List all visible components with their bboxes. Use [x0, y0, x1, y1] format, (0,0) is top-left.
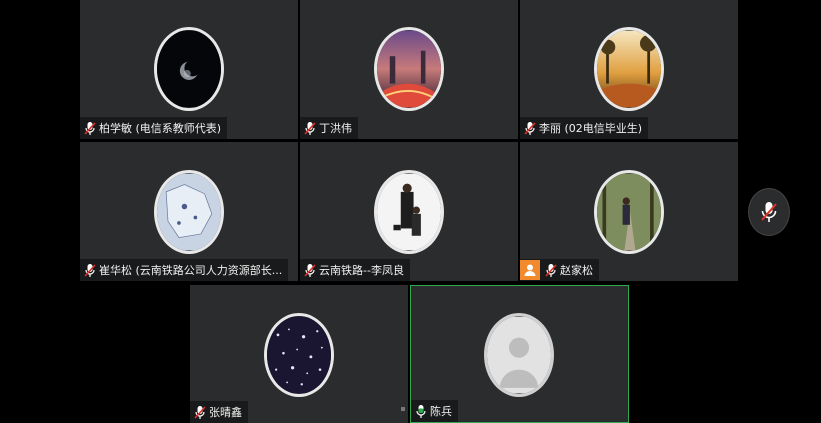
video-tile-8-active-speaker[interactable]: 陈兵 [410, 285, 629, 423]
mic-muted-icon [524, 121, 536, 136]
participant-name: 云南铁路--李凤良 [319, 264, 404, 277]
mic-muted-icon [84, 121, 96, 136]
participant-name: 柏学敏 (电信系教师代表) [99, 122, 222, 135]
video-tile-1[interactable]: 柏学敏 (电信系教师代表) [80, 0, 298, 139]
mic-muted-icon [304, 263, 316, 278]
name-tag: 云南铁路--李凤良 [300, 259, 410, 281]
video-tile-2[interactable]: 丁洪伟 [300, 0, 518, 139]
name-tag: 崔华松 (云南铁路公司人力资源部长... [80, 259, 289, 281]
avatar [154, 170, 224, 254]
avatar-default [484, 313, 554, 397]
name-tag: 丁洪伟 [300, 117, 358, 139]
toggle-mic-button[interactable] [748, 188, 790, 236]
participant-name: 丁洪伟 [319, 122, 352, 135]
mic-muted-icon [194, 405, 206, 420]
avatar [374, 27, 444, 111]
avatar [374, 170, 444, 254]
video-tile-6[interactable]: 赵家松 [520, 142, 738, 281]
name-tag: 张晴鑫 [190, 401, 248, 423]
participant-name: 赵家松 [560, 264, 593, 277]
host-person-icon [520, 260, 540, 280]
video-tile-7[interactable]: 张晴鑫 [190, 285, 408, 423]
avatar [594, 27, 664, 111]
mic-muted-icon [545, 263, 557, 278]
mic-muted-icon [304, 121, 316, 136]
participant-name: 张晴鑫 [209, 406, 242, 419]
video-tile-3[interactable]: 李丽 (02电信毕业生) [520, 0, 738, 139]
name-tag: 赵家松 [520, 259, 599, 281]
separator-dot [401, 407, 405, 411]
mic-active-icon [415, 404, 427, 419]
participant-name: 陈兵 [430, 405, 452, 418]
avatar [154, 27, 224, 111]
avatar [264, 313, 334, 397]
video-tile-4[interactable]: 崔华松 (云南铁路公司人力资源部长... [80, 142, 298, 281]
name-tag: 柏学敏 (电信系教师代表) [80, 117, 228, 139]
avatar [594, 170, 664, 254]
name-tag: 李丽 (02电信毕业生) [520, 117, 649, 139]
name-tag: 陈兵 [411, 400, 458, 422]
video-tile-5[interactable]: 云南铁路--李凤良 [300, 142, 518, 281]
participant-name: 崔华松 (云南铁路公司人力资源部长... [99, 264, 283, 277]
participant-name: 李丽 (02电信毕业生) [539, 122, 643, 135]
mic-muted-icon [761, 202, 777, 222]
mic-muted-icon [84, 263, 96, 278]
